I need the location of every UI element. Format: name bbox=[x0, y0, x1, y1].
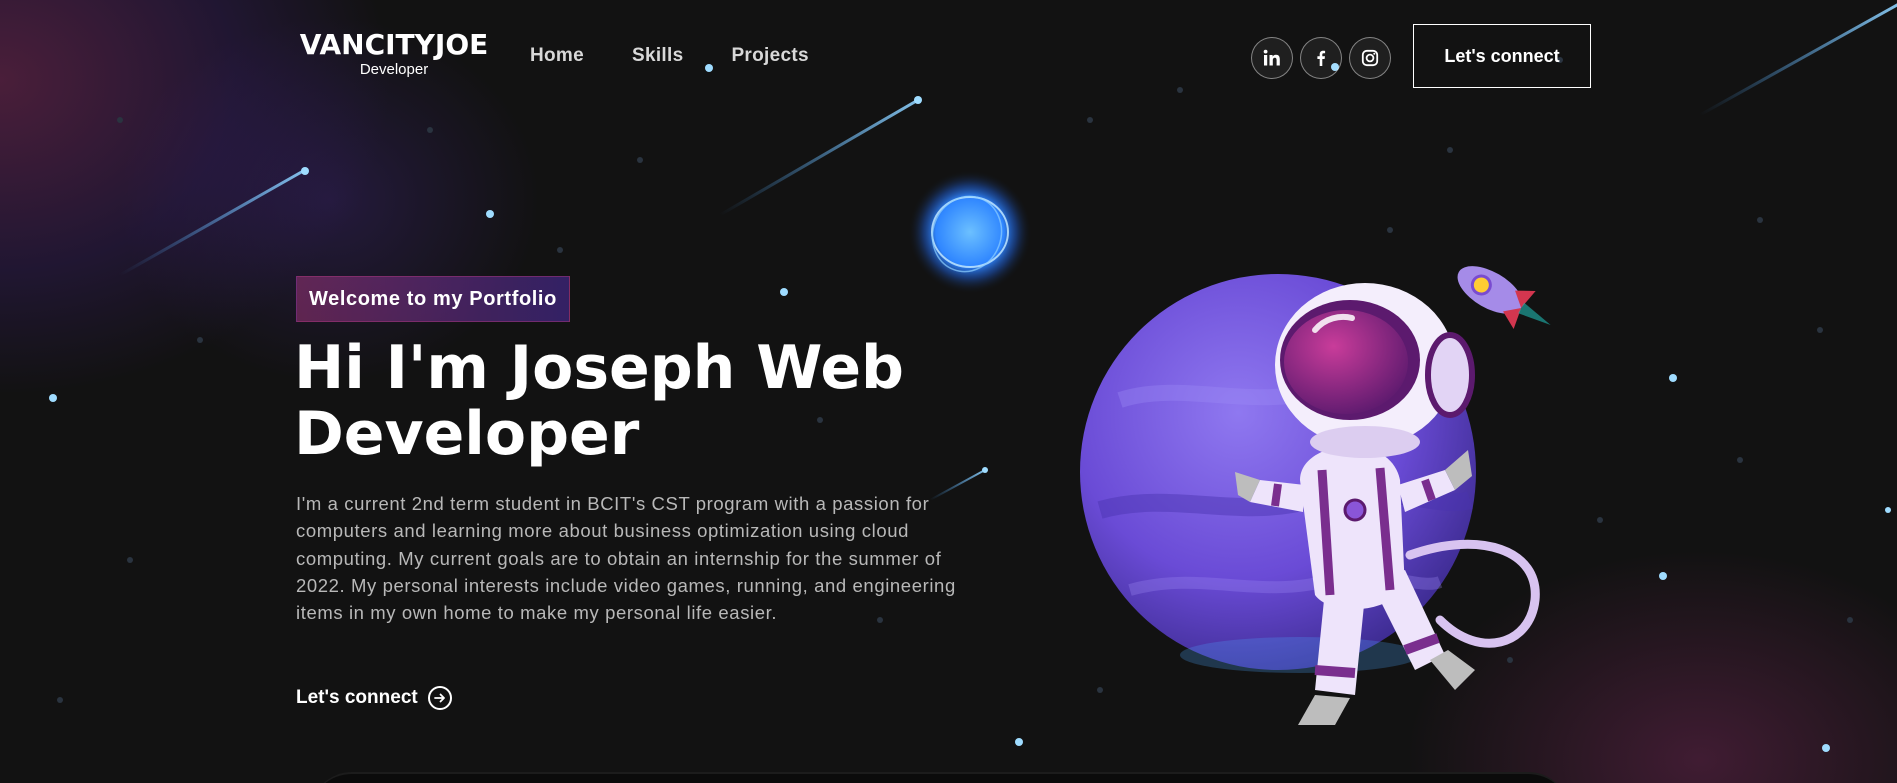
instagram-link[interactable] bbox=[1349, 37, 1391, 79]
facebook-icon bbox=[1317, 50, 1326, 66]
connect-button[interactable]: Let's connect bbox=[1413, 24, 1591, 88]
logo-subtitle: Developer bbox=[359, 61, 429, 78]
logo-title: VANCITYJOE bbox=[299, 28, 489, 61]
nav-link-home[interactable]: Home bbox=[530, 45, 584, 67]
nav-link-skills[interactable]: Skills bbox=[632, 45, 683, 67]
nav-link-projects[interactable]: Projects bbox=[731, 45, 808, 67]
arrow-right-circle-icon bbox=[427, 686, 452, 710]
astronaut-planet-illustration bbox=[1080, 266, 1551, 725]
hero-title-line1: Hi I'm Joseph Web bbox=[294, 333, 904, 403]
portfolio-page: VANCITYJOE Developer Home Skills Project… bbox=[0, 0, 1897, 783]
navbar: VANCITYJOE Developer Home Skills Project… bbox=[0, 0, 1897, 115]
hero-title-line2: Developer bbox=[294, 399, 640, 469]
hero-title: Hi I'm Joseph Web Developer bbox=[294, 335, 994, 467]
hero-connect-link[interactable]: Let's connect bbox=[296, 686, 452, 710]
facebook-link[interactable] bbox=[1300, 37, 1342, 79]
glowing-orb-icon bbox=[908, 170, 1032, 294]
nav-links: Home Skills Projects bbox=[530, 45, 857, 67]
social-links bbox=[1251, 37, 1391, 79]
hero-description: I'm a current 2nd term student in BCIT's… bbox=[296, 493, 956, 624]
rocket bbox=[1457, 266, 1551, 330]
instagram-icon bbox=[1361, 49, 1379, 67]
welcome-tagline: Welcome to my Portfolio bbox=[296, 276, 570, 322]
linkedin-link[interactable] bbox=[1251, 37, 1293, 79]
linkedin-icon bbox=[1263, 49, 1280, 66]
bottom-section-edge bbox=[310, 772, 1570, 783]
logo[interactable]: VANCITYJOE Developer bbox=[296, 30, 492, 78]
hero-connect-label: Let's connect bbox=[296, 687, 418, 708]
